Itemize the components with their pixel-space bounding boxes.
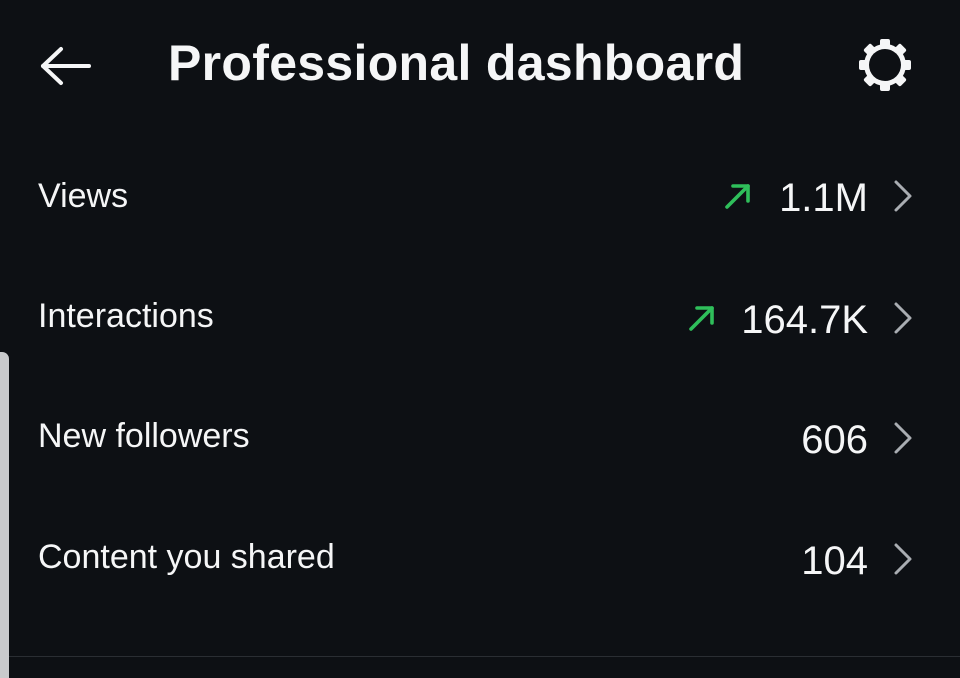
chevron-right-icon — [894, 543, 912, 575]
metric-value: 606 — [801, 418, 868, 462]
settings-button[interactable] — [850, 30, 920, 100]
chevron-right-icon — [894, 302, 912, 334]
side-panel-edge[interactable] — [0, 352, 9, 678]
metric-label: New followers — [38, 417, 250, 455]
page-title: Professional dashboard — [168, 35, 745, 91]
metric-row-views[interactable]: Views 1.1M — [0, 136, 960, 256]
metric-value: 164.7K — [741, 298, 868, 342]
metric-row-new-followers[interactable]: New followers 606 — [0, 376, 960, 496]
back-button[interactable] — [30, 36, 100, 96]
metric-value: 1.1M — [779, 176, 868, 220]
trend-up-icon — [689, 306, 714, 331]
chevron-right-icon — [894, 180, 912, 212]
metric-row-content-shared[interactable]: Content you shared 104 — [0, 496, 960, 616]
top-app-bar: Professional dashboard — [0, 0, 960, 130]
metric-row-interactions[interactable]: Interactions 164.7K — [0, 256, 960, 376]
gear-icon — [859, 39, 911, 91]
metric-label: Interactions — [38, 297, 214, 335]
metric-label: Views — [38, 177, 129, 215]
metric-label: Content you shared — [38, 538, 335, 576]
section-divider — [0, 656, 960, 657]
professional-dashboard-screen: Professional dashboard Views 1.1M Intera… — [0, 0, 960, 678]
metric-value: 104 — [801, 539, 868, 583]
arrow-left-icon — [41, 47, 91, 85]
trend-up-icon — [725, 184, 750, 209]
chevron-right-icon — [894, 422, 912, 454]
